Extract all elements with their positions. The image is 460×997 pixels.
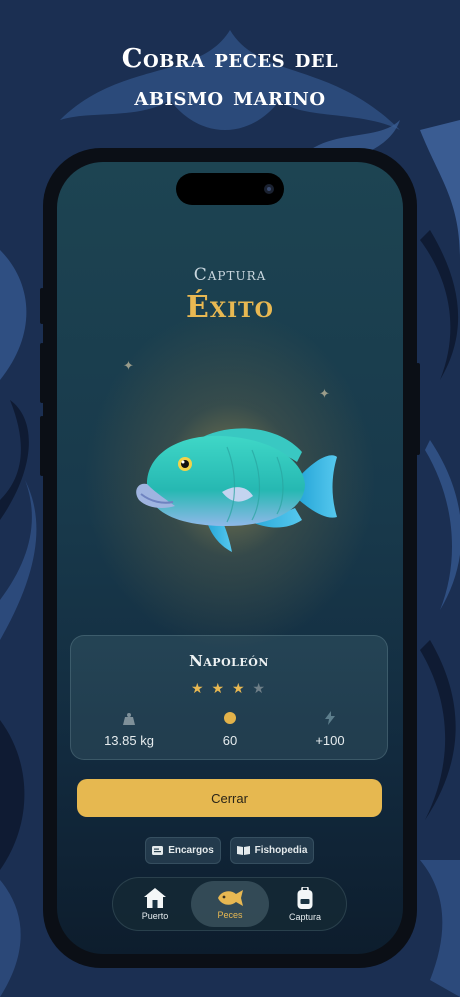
sparkle-icon: ✦ bbox=[123, 358, 134, 373]
phone-button-volume-up bbox=[40, 343, 44, 403]
nav-label-captura: Captura bbox=[288, 911, 322, 922]
camera-icon bbox=[264, 184, 274, 194]
lightning-icon bbox=[280, 710, 380, 726]
star-filled-icon: ★ bbox=[191, 680, 206, 696]
stat-coins: 60 bbox=[180, 710, 280, 748]
weight-icon bbox=[79, 710, 179, 726]
stat-weight: 13.85 kg bbox=[79, 710, 179, 748]
star-empty-icon: ★ bbox=[252, 680, 267, 696]
orders-label: Encargos bbox=[168, 845, 214, 856]
bottom-nav: Puerto Peces Captura bbox=[112, 877, 347, 931]
sparkle-icon: ✦ bbox=[319, 386, 330, 401]
promo-title: Cobra peces del abismo marino bbox=[0, 40, 460, 116]
fishopedia-label: Fishopedia bbox=[254, 845, 308, 856]
fish-illustration bbox=[136, 428, 337, 552]
fishopedia-button[interactable]: Fishopedia bbox=[230, 837, 314, 864]
phone-button-volume-down bbox=[40, 416, 44, 476]
coins-value: 60 bbox=[222, 733, 238, 748]
phone-screen: Captura Éxito ✦ ✦ Napoleón ★ ★ ★ ★ 13.85… bbox=[57, 162, 403, 954]
fish-icon bbox=[218, 889, 243, 906]
close-button[interactable]: Cerrar bbox=[77, 779, 382, 817]
clipboard-icon bbox=[152, 846, 164, 855]
dynamic-island bbox=[176, 173, 284, 205]
phone-button-power bbox=[416, 363, 420, 455]
nav-label-peces: Peces bbox=[217, 909, 243, 920]
house-icon bbox=[144, 887, 166, 908]
orders-button[interactable]: Encargos bbox=[145, 837, 221, 864]
nav-item-puerto[interactable]: Puerto bbox=[116, 881, 194, 927]
nav-item-peces[interactable]: Peces bbox=[191, 881, 269, 927]
star-filled-icon: ★ bbox=[211, 680, 227, 696]
capture-result: Éxito bbox=[186, 290, 274, 325]
star-rating: ★ ★ ★ ★ bbox=[71, 680, 387, 697]
stat-xp: +100 bbox=[280, 710, 380, 748]
phone-button-action bbox=[40, 288, 44, 324]
nav-item-captura[interactable]: Captura bbox=[266, 881, 344, 927]
xp-value: +100 bbox=[315, 733, 345, 748]
fish-card: Napoleón ★ ★ ★ ★ 13.85 kg 60 +100 bbox=[70, 635, 388, 760]
capture-label: Captura bbox=[193, 265, 267, 285]
nav-label-puerto: Puerto bbox=[141, 910, 169, 921]
weight-value: 13.85 kg bbox=[104, 733, 154, 748]
coin-icon bbox=[180, 710, 280, 726]
star-filled-icon: ★ bbox=[231, 680, 247, 696]
phone-frame: Captura Éxito ✦ ✦ Napoleón ★ ★ ★ ★ 13.85… bbox=[40, 148, 420, 968]
promo-title-line-1: Cobra peces del bbox=[121, 44, 339, 74]
fish-name: Napoleón bbox=[189, 652, 269, 670]
book-icon bbox=[236, 846, 250, 855]
backpack-icon bbox=[297, 886, 313, 909]
promo-title-line-2: abismo marino bbox=[134, 82, 326, 112]
